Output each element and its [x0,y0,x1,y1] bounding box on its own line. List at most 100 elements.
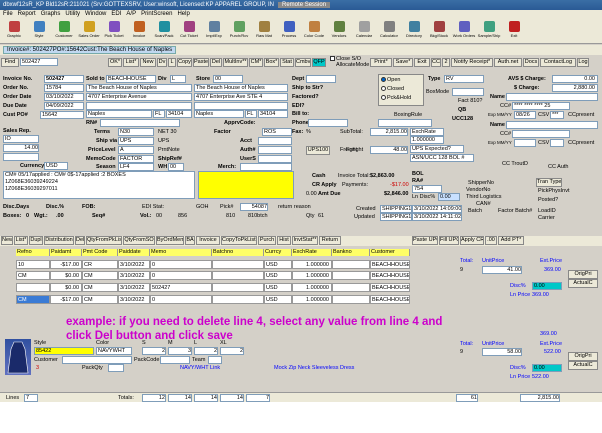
line-btn-00[interactable]: .00 [485,236,497,245]
boxing-rule-field[interactable] [378,119,432,127]
line-btn-fillupc[interactable]: Fill UPC [439,236,459,245]
unit-price-field-1[interactable]: 41.00 [482,266,522,274]
line-btn-distribution[interactable]: Distribution [44,236,74,245]
ship-city-field[interactable]: Naples [194,110,244,118]
packcode-field[interactable] [160,356,190,364]
payment-cell-r2-c6[interactable] [212,271,264,280]
authnet-button[interactable]: Auth.net [494,58,522,67]
ra-field[interactable]: 754 [412,185,442,193]
line-btn-qtyfrompklist[interactable]: QtyFromPkList [86,236,122,245]
cmbv-button[interactable]: Cmbv [295,58,311,67]
payment-cell-r3-c4[interactable]: 3/10/2022 [118,283,150,292]
line-btn-dupl[interactable]: Dupl [29,236,43,245]
payment-cell-r1-c5[interactable]: 0 [150,260,212,269]
payment-cell-r2-c8[interactable]: 1.000000 [292,271,332,280]
dv-button[interactable]: Dv [157,58,167,67]
stat-button[interactable]: Stat [280,58,294,67]
wh-field[interactable]: 00 [168,163,184,171]
ups-expected-field[interactable]: UPS Expected? [410,145,464,153]
toolbar-process-button[interactable]: Process [277,20,301,42]
line-btn-new[interactable]: New [1,236,13,245]
payment-cell-r4-c6[interactable] [212,295,264,304]
payment-cell-r1-c9[interactable] [332,260,370,269]
pick-field[interactable]: 54087 [240,203,268,211]
payment-cell-r2-c2[interactable]: $0.00 [50,271,82,280]
avs-charge-field[interactable]: 0.00 [552,75,598,83]
yellow-note-field[interactable] [198,171,294,199]
product-thumbnail-image[interactable] [5,339,31,375]
toolbar-workorders-button[interactable]: Work Orders [452,20,476,42]
disc-field-1[interactable]: 0.00 [532,282,562,290]
auth-field[interactable] [258,146,292,154]
packqty-field[interactable] [108,364,124,372]
cc-number-field-1[interactable]: **** **** **** 25 [512,102,570,110]
freight-field[interactable]: 48.00 [370,146,408,154]
toolbar-imptexp-button[interactable]: Impt/Exp [202,20,226,42]
sold-address2-field[interactable] [86,102,192,110]
div-field[interactable]: L [170,75,186,83]
toolbar-style-button[interactable]: Style [27,20,51,42]
line-btn-list[interactable]: List* [14,236,28,245]
payment-cell-r1-c8[interactable]: 1.000000 [292,260,332,269]
orig-price-button-1[interactable]: OrigPri [568,270,598,279]
find-button[interactable]: Find [1,58,19,67]
exp-field-1[interactable]: 08/26 [514,111,536,119]
line-btn-invoice[interactable]: Invoice [196,236,220,245]
toolbar-pickticket-button[interactable]: Pick Ticket [102,20,126,42]
invoice-no-field[interactable]: 502427 [44,75,84,83]
l-button[interactable]: L [168,58,176,67]
sold-to-field[interactable]: BEACHHOUSE [106,75,156,83]
tab-invoice[interactable]: Invoice#: 502427PO#:15642Cust:The Beach … [3,46,177,54]
line-btn-applycr[interactable]: Apply CR [460,236,484,245]
sold-address-field[interactable]: 4707 Enterprise Avenue [86,93,192,101]
toolbar-invoice-button[interactable]: Invoice [127,20,151,42]
print-button[interactable]: Print* [370,58,392,67]
size-qty-m[interactable]: 3 [168,347,192,355]
style-field[interactable]: 85422 [34,347,94,355]
box-button[interactable]: Box* [264,58,279,67]
line-btn-qtyfromso[interactable]: QtyFromSO [123,236,155,245]
payment-cell-r4-c1[interactable]: CM [16,295,50,304]
factor-field[interactable]: ROS [262,128,292,136]
payment-cell-r4-c4[interactable]: 3/10/2022 [118,295,150,304]
log-button[interactable]: Log [577,58,589,67]
menu-ap[interactable]: A/P [126,11,136,17]
toolbar-vendors-button[interactable]: Vendors [327,20,351,42]
csv-field-2[interactable] [550,139,564,147]
payment-cell-r2-c5[interactable]: 0 [150,271,212,280]
payment-cell-r4-c8[interactable]: 1.000000 [292,295,332,304]
ship-address-field[interactable]: 4707 Enterprise Ave STE 4 [194,93,288,101]
qfp-button[interactable]: QFP [312,58,326,67]
actual-cost-button-1[interactable]: ActualC [568,279,598,288]
payment-cell-r4-c10[interactable]: BEACHHOUSE [370,295,410,304]
line-btn-del[interactable]: Del [75,236,85,245]
toolbar-sampleship-button[interactable]: Sample/Ship [477,20,501,42]
order-no-field[interactable]: 15784 [44,84,84,92]
list-button[interactable]: List* [123,58,139,67]
toolbar-rawmat-button[interactable]: Raw Mat [252,20,276,42]
exp-field-2[interactable] [514,139,536,147]
toolbar-graphic-button[interactable]: Graphic [2,20,26,42]
payment-cell-r4-c9[interactable] [332,295,370,304]
payment-cell-r2-c10[interactable]: BEACHHOUSE [370,271,410,280]
sold-state-field[interactable]: FL [153,110,165,118]
contactlog-button[interactable]: ContactLog [540,58,576,67]
exch-rate-field[interactable]: 1.000000 [410,136,444,144]
toolbar-bkgstock-button[interactable]: Bkg/Stock [427,20,451,42]
sold-name-field[interactable]: The Beach House of Naples [86,84,192,92]
payment-cell-r3-c5[interactable]: 502427 [150,283,212,292]
menu-file[interactable]: File [3,11,13,17]
acct-field[interactable] [258,137,292,145]
menu-graphs[interactable]: Graphs [41,11,61,17]
line-btn-byordmemo[interactable]: ByOrdMemo [156,236,184,245]
merch-field[interactable] [240,163,292,171]
paste-button[interactable]: Paste [193,58,209,67]
toolbar-salesorder-button[interactable]: Sales Order [77,20,101,42]
menu-report[interactable]: Report [18,11,36,17]
payment-cell-r1-c4[interactable]: 3/10/2022 [118,260,150,269]
asn-ucc-field[interactable]: ASN/UCC 128 BOL # [410,154,474,162]
payment-cell-r4-c2[interactable]: -$17.00 [50,295,82,304]
commission-field[interactable]: 14.00 [3,144,39,152]
ship-zip-field[interactable]: 34104 [258,110,288,118]
season-field[interactable]: LF4 [118,163,154,171]
